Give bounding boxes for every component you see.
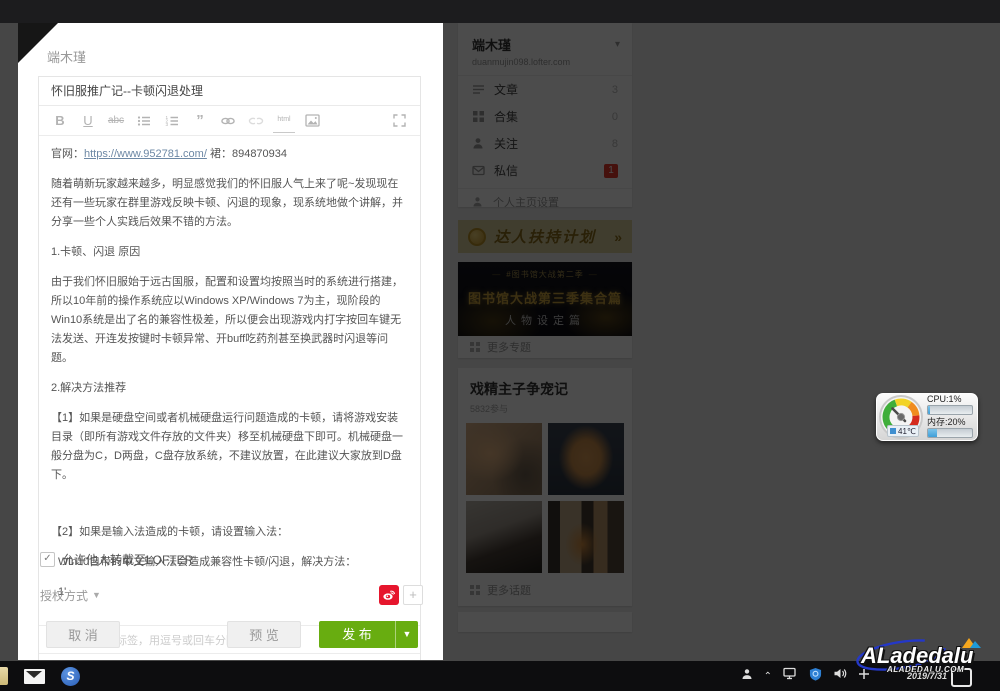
mail-app-icon[interactable] [24,669,45,684]
unlink-icon[interactable] [245,110,267,132]
fullscreen-icon[interactable] [388,110,410,132]
cpu-bar-fill [928,406,930,414]
user-tray-icon[interactable] [741,667,753,685]
bold-icon[interactable]: B [49,110,71,132]
body-paragraph: 随着萌新玩家越来越多，明显感觉我们的怀旧服人气上来了呢~发现现在还有一些玩家在群… [51,175,408,232]
temperature-readout: 41℃ [887,425,919,437]
allow-reprint-checkbox[interactable]: ✓ [40,552,55,567]
cancel-button[interactable]: 取 消 [46,621,120,648]
allow-reprint-row: ✓ 允许他人转载至LOFTER [40,551,193,568]
official-site-link[interactable]: https://www.952781.com/ [84,148,207,160]
body-paragraph: 【2】如果是输入法造成的卡顿，请设置输入法： [51,523,408,542]
preview-button[interactable]: 预 览 [227,621,301,648]
unordered-list-icon[interactable] [133,110,155,132]
memory-usage-bar [927,428,973,438]
body-heading: 2.解决方法推荐 [51,379,408,398]
memory-bar-fill [928,429,937,437]
taskbar-app-partial-icon[interactable] [0,667,8,685]
license-label[interactable]: 授权方式 [40,587,88,604]
cpu-usage-label: CPU:1% [927,394,973,404]
security-shield-icon[interactable] [809,667,822,686]
temp-chip-icon [890,428,896,434]
underline-icon[interactable]: U [77,110,99,132]
body-heading: 1.卡顿、闪退 原因 [51,243,408,262]
chevron-down-icon: ▼ [92,590,101,600]
temperature-gauge: 41℃ [877,393,925,441]
editor-toolbar: B U abc 123 ” html [39,106,420,136]
body-paragraph: 由于我们怀旧服始于远古国服，配置和设置均按照当时的系统进行搭建，所以10年前的操… [51,273,408,368]
add-share-button[interactable]: + [403,585,423,605]
body-paragraph: 【1】如果是硬盘空间或者机械硬盘运行问题造成的卡顿，请将游戏安装目录（即所有游戏… [51,409,408,485]
screen: 端木瑾 duanmujin098.lofter.com ▾ 文章 3 合集 [0,0,1000,691]
input-method-icon[interactable] [858,667,870,685]
network-tray-icon[interactable] [783,667,798,685]
ordered-list-icon[interactable]: 123 [161,110,183,132]
post-editor-modal: 端木瑾 怀旧服推广记--卡顿闪退处理 B U abc 123 ” [18,23,443,660]
cpu-monitor-widget[interactable]: 41℃ CPU:1% 内存:20% [876,393,978,441]
license-row: 授权方式 ▼ + [40,585,423,605]
publish-dropdown-button[interactable]: ▼ [395,621,418,648]
publish-button[interactable]: 发 布 [319,621,395,648]
taskbar: S ⌃ [0,661,1000,691]
svg-text:3: 3 [166,122,169,127]
cpu-usage-bar [927,405,973,415]
insert-image-icon[interactable] [301,110,323,132]
blockquote-icon[interactable]: ” [189,110,211,132]
volume-icon[interactable] [833,667,847,685]
link-icon[interactable] [217,110,239,132]
body-blank-line [51,496,408,512]
html-source-icon[interactable]: html [273,109,295,133]
strikethrough-icon[interactable]: abc [105,110,127,132]
memory-usage-label: 内存:20% [927,417,973,427]
author-name: 端木瑾 [47,47,86,66]
top-bar [0,0,1000,23]
touch-keyboard-icon[interactable] [951,668,972,687]
title-input[interactable]: 怀旧服推广记--卡顿闪退处理 [39,77,420,106]
action-buttons: 取 消 预 览 发 布 ▼ [18,621,443,649]
tray-expand-icon[interactable]: ⌃ [764,671,772,682]
weibo-share-icon[interactable] [379,585,399,605]
body-link-line: 官网：https://www.952781.com/ 裙：894870934 [51,145,408,164]
sogou-input-icon[interactable]: S [61,667,80,686]
allow-reprint-label: 允许他人转载至LOFTER [62,551,193,568]
